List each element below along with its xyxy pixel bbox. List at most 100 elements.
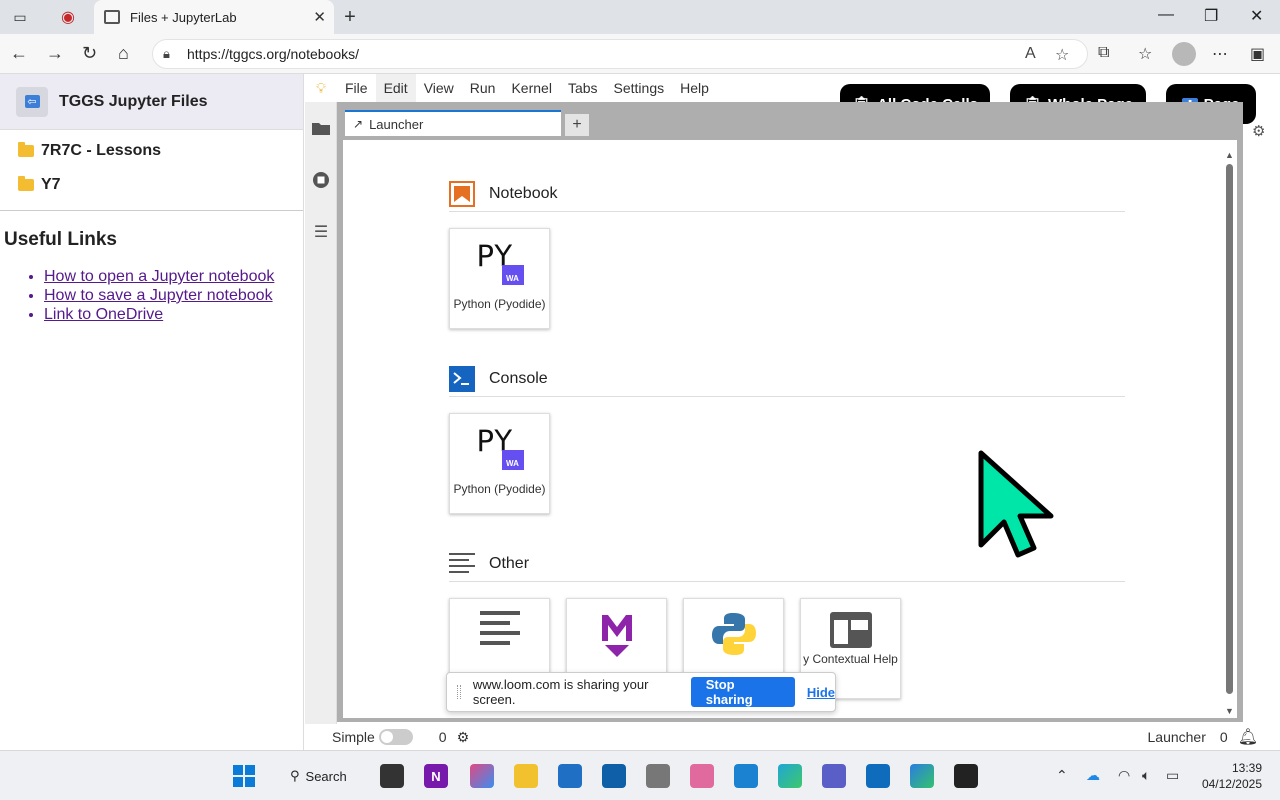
notification-count: 0: [1219, 729, 1228, 745]
divider: [0, 210, 303, 211]
wifi-icon[interactable]: ◠: [1118, 767, 1130, 784]
folder-name: Y7: [41, 176, 61, 193]
scroll-thumb[interactable]: [1226, 164, 1233, 694]
card-label-prefix: y: [803, 652, 810, 666]
scroll-down-icon[interactable]: ▼: [1225, 706, 1234, 716]
browser-tab[interactable]: Files + JupyterLab ✕: [94, 0, 334, 34]
kernel-status-icon[interactable]: ⚙︎: [457, 729, 470, 746]
new-tab-icon[interactable]: +: [340, 6, 360, 28]
search-label: Search: [305, 768, 347, 784]
hide-link[interactable]: Hide: [807, 685, 835, 700]
file-browser-icon[interactable]: [311, 118, 331, 138]
notebook-section: Notebook PY WA Python (Pyodide): [449, 180, 1125, 329]
section-title: Notebook: [489, 184, 558, 202]
running-kernels-icon[interactable]: [311, 170, 331, 190]
sidebar-toggle-icon[interactable]: ▭: [10, 7, 30, 27]
battery-icon[interactable]: ▭: [1166, 767, 1179, 784]
teams-icon[interactable]: [822, 764, 846, 788]
outlook-icon[interactable]: [866, 764, 890, 788]
menu-kernel[interactable]: Kernel: [503, 74, 559, 102]
launcher-scrollbar[interactable]: ▲ ▼: [1225, 150, 1234, 716]
section-title: Console: [489, 369, 548, 387]
mode-label: Simple: [332, 729, 375, 745]
whiteboard-icon[interactable]: [602, 764, 626, 788]
markdown-icon: [601, 615, 632, 657]
active-doc-label: Launcher: [1147, 729, 1206, 745]
back-button[interactable]: ⇦: [16, 86, 48, 117]
restore-icon[interactable]: ❐: [1204, 6, 1218, 26]
useful-links-list: How to open a Jupyter notebook How to sa…: [0, 267, 303, 324]
launcher-card-python-notebook[interactable]: PY WA Python (Pyodide): [449, 228, 550, 329]
card-label: Python (Pyodide): [453, 482, 546, 496]
window-close-icon[interactable]: ✕: [1250, 6, 1263, 26]
menu-file[interactable]: File: [337, 74, 376, 102]
start-icon[interactable]: [232, 764, 256, 788]
extensions-icon[interactable]: ⧉: [1098, 44, 1109, 62]
minimize-icon[interactable]: —: [1158, 6, 1174, 24]
more-menu-icon[interactable]: ⋯: [1212, 44, 1228, 64]
split-screen-icon[interactable]: ▣: [1250, 44, 1265, 64]
file-explorer-icon[interactable]: [514, 764, 538, 788]
card-label-text: Contextual Help: [812, 652, 898, 666]
read-aloud-icon[interactable]: A: [1025, 45, 1036, 63]
record-icon[interactable]: ◉: [58, 7, 78, 27]
sticky-notes-icon[interactable]: [954, 764, 978, 788]
volume-icon[interactable]: 🔈︎: [1142, 767, 1150, 784]
favorites-icon[interactable]: ☆: [1138, 44, 1152, 64]
gear-icon[interactable]: ⚙: [1252, 122, 1265, 140]
url-field[interactable]: 🔒︎ https://tggcs.org/notebooks/ A ☆: [152, 39, 1088, 69]
menu-edit[interactable]: Edit: [375, 74, 416, 102]
close-tab-icon[interactable]: ✕: [313, 8, 326, 26]
drag-handle-icon[interactable]: [457, 685, 461, 699]
menu-help[interactable]: Help: [672, 74, 717, 102]
bell-icon[interactable]: 🔔︎: [1238, 727, 1258, 747]
tray-chevron-icon[interactable]: ⌃: [1056, 767, 1068, 784]
launcher-card-python-console[interactable]: PY WA Python (Pyodide): [449, 413, 550, 514]
menu-tabs[interactable]: Tabs: [560, 74, 606, 102]
folder-icon: [18, 176, 34, 191]
simple-mode-toggle[interactable]: [378, 729, 413, 745]
favorite-star-icon[interactable]: ☆: [1055, 45, 1069, 65]
new-launcher-button[interactable]: +: [565, 114, 589, 136]
vscode-icon[interactable]: [734, 764, 758, 788]
windows-taskbar: ⚲ Search N ⌃ ☁ ◠ 🔈︎ ▭ 13:39 04/12/2025: [0, 750, 1280, 800]
home-icon[interactable]: ⌂: [118, 43, 129, 64]
forward-icon[interactable]: →: [46, 43, 64, 64]
m365-icon[interactable]: [470, 764, 494, 788]
jupyter-statusbar: Simple 0 ⚙︎ Launcher 0 🔔︎: [305, 724, 1280, 750]
scroll-up-icon[interactable]: ▲: [1225, 150, 1234, 160]
task-view-icon[interactable]: [380, 764, 404, 788]
onenote-icon[interactable]: N: [424, 764, 448, 788]
store-icon[interactable]: [558, 764, 582, 788]
file-panel-header: ⇦ TGGS Jupyter Files: [0, 74, 303, 130]
edge-dev-icon[interactable]: [910, 764, 934, 788]
link-save-notebook[interactable]: How to save a Jupyter notebook: [44, 286, 303, 305]
folder-item[interactable]: 7R7C - Lessons: [0, 134, 303, 168]
snipping-tool-icon[interactable]: [690, 764, 714, 788]
link-onedrive[interactable]: Link to OneDrive: [44, 305, 303, 324]
onedrive-icon[interactable]: ☁: [1086, 767, 1100, 784]
url-text: https://tggcs.org/notebooks/: [187, 46, 359, 62]
stop-sharing-button[interactable]: Stop sharing: [690, 677, 795, 707]
tab-launcher[interactable]: ↗ Launcher: [345, 110, 561, 136]
menu-run[interactable]: Run: [462, 74, 504, 102]
edge-icon[interactable]: [778, 764, 802, 788]
menu-settings[interactable]: Settings: [606, 74, 673, 102]
console-icon: [449, 365, 475, 392]
folder-name: 7R7C - Lessons: [41, 142, 162, 159]
back-icon[interactable]: ←: [10, 43, 28, 64]
python-icon: [711, 613, 756, 655]
browser-tab-strip: ▭ ◉ Files + JupyterLab ✕ + — ❐ ✕: [0, 0, 1280, 34]
tab-launcher-label: Launcher: [369, 116, 424, 132]
refresh-icon[interactable]: ↻: [82, 43, 97, 64]
menu-view[interactable]: View: [416, 74, 462, 102]
taskbar-clock[interactable]: 13:39 04/12/2025: [1202, 760, 1262, 792]
table-of-contents-icon[interactable]: ☰: [311, 222, 331, 242]
profile-avatar[interactable]: [1172, 42, 1196, 66]
clock-app-icon[interactable]: [646, 764, 670, 788]
folder-item[interactable]: Y7: [0, 168, 303, 202]
mouse-cursor-icon: [978, 450, 1054, 558]
notebook-icon: [449, 180, 475, 207]
link-open-notebook[interactable]: How to open a Jupyter notebook: [44, 267, 303, 286]
taskbar-search[interactable]: ⚲ Search: [280, 761, 356, 791]
